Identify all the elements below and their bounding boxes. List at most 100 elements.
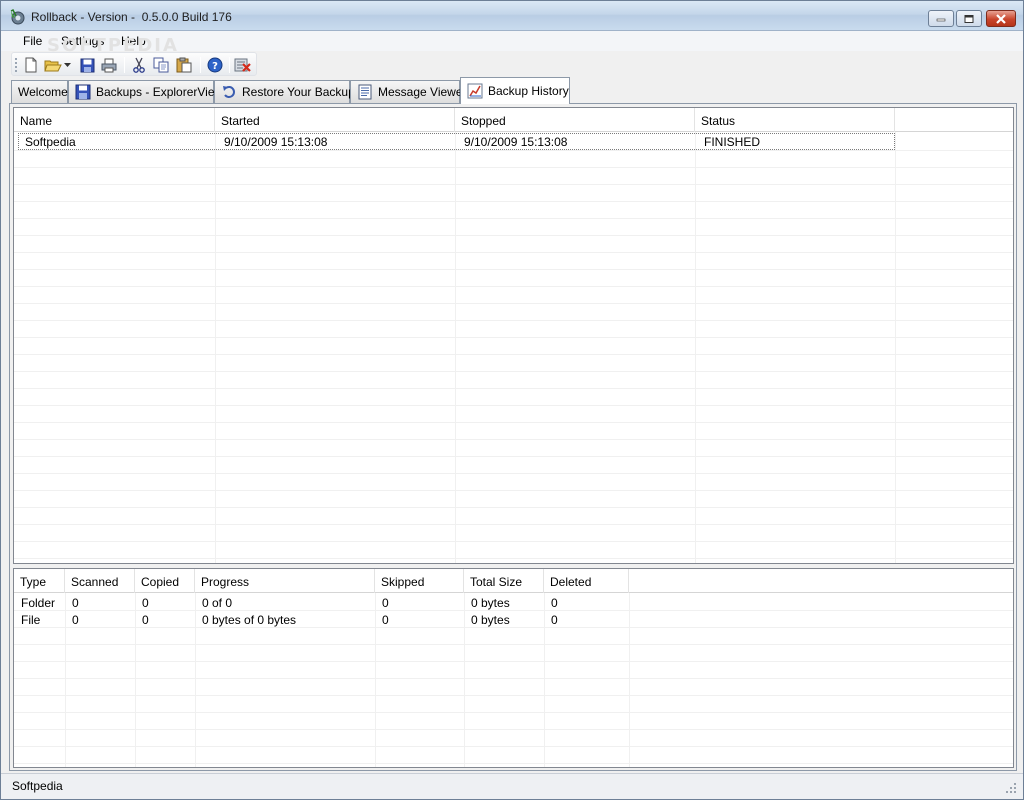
printer-icon xyxy=(101,58,117,72)
new-document-icon xyxy=(25,57,37,73)
row-divider xyxy=(14,286,1013,287)
column-header-skipped[interactable]: Skipped xyxy=(375,569,464,593)
document-icon xyxy=(357,84,373,100)
history-grid[interactable]: Name Started Stopped Status Softpedia 9/… xyxy=(13,107,1014,564)
column-header-total-size[interactable]: Total Size xyxy=(464,569,544,593)
row-divider xyxy=(14,201,1013,202)
row-divider xyxy=(14,644,1013,645)
row-divider xyxy=(14,303,1013,304)
cell-scanned: 0 xyxy=(72,613,79,627)
help-icon: ? xyxy=(207,57,223,73)
cell-type: Folder xyxy=(21,596,56,610)
tab-label: Backup History xyxy=(488,84,569,98)
tab-welcome[interactable]: Welcome xyxy=(11,80,68,103)
tab-label: Welcome xyxy=(18,85,68,99)
paste-button[interactable] xyxy=(175,56,193,74)
status-text: Softpedia xyxy=(12,779,63,793)
chevron-down-icon xyxy=(63,63,71,67)
tab-backups-explorerview[interactable]: Backups - ExplorerView xyxy=(68,80,223,103)
row-divider xyxy=(14,627,1013,628)
delete-icon xyxy=(234,58,251,72)
undo-icon xyxy=(221,84,237,100)
row-divider xyxy=(14,763,1013,764)
app-window: Rollback - Version - 0.5.0.0 Build 176 F… xyxy=(0,0,1024,800)
cell-skipped: 0 xyxy=(382,596,389,610)
cell-deleted: 0 xyxy=(551,596,558,610)
history-grid-header: Name Started Stopped Status xyxy=(14,108,1013,132)
cell-status: FINISHED xyxy=(704,135,761,149)
new-button[interactable] xyxy=(22,56,40,74)
chart-icon xyxy=(467,83,483,99)
row-divider xyxy=(14,456,1013,457)
toolbar-separator xyxy=(124,57,125,73)
window-title: Rollback - Version - 0.5.0.0 Build 176 xyxy=(31,10,232,24)
cell-deleted: 0 xyxy=(551,613,558,627)
row-divider xyxy=(14,712,1013,713)
row-divider xyxy=(14,558,1013,559)
column-header-scanned[interactable]: Scanned xyxy=(65,569,135,593)
column-header-deleted[interactable]: Deleted xyxy=(544,569,629,593)
cell-progress: 0 of 0 xyxy=(202,596,233,610)
delete-button[interactable] xyxy=(234,56,252,74)
cell-total-size: 0 bytes xyxy=(471,596,510,610)
column-header-progress[interactable]: Progress xyxy=(195,569,375,593)
open-button[interactable] xyxy=(44,56,62,74)
cell-copied: 0 xyxy=(142,596,149,610)
toolbar-grip[interactable] xyxy=(15,58,17,72)
toolbar-separator xyxy=(229,57,230,73)
copy-button[interactable] xyxy=(152,56,170,74)
cell-total-size: 0 bytes xyxy=(471,613,510,627)
cut-button[interactable] xyxy=(130,56,148,74)
tab-strip: Welcome Backups - ExplorerView Restore Y… xyxy=(9,77,1017,104)
column-header-stopped[interactable]: Stopped xyxy=(455,108,695,132)
backup-history-panel: Name Started Stopped Status Softpedia 9/… xyxy=(9,103,1017,771)
print-button[interactable] xyxy=(100,56,118,74)
scissors-icon xyxy=(133,57,145,73)
row-divider xyxy=(14,388,1013,389)
row-divider xyxy=(14,235,1013,236)
column-header-copied[interactable]: Copied xyxy=(135,569,195,593)
cell-skipped: 0 xyxy=(382,613,389,627)
minimize-icon xyxy=(936,18,946,21)
open-dropdown-button[interactable] xyxy=(62,56,72,74)
maximize-button[interactable] xyxy=(956,10,982,27)
row-divider xyxy=(14,439,1013,440)
row-divider xyxy=(14,678,1013,679)
cell-copied: 0 xyxy=(142,613,149,627)
table-row[interactable]: Softpedia 9/10/2009 15:13:08 9/10/2009 1… xyxy=(18,133,895,150)
cell-name: Softpedia xyxy=(25,135,76,149)
row-divider xyxy=(14,473,1013,474)
row-divider xyxy=(14,167,1013,168)
row-divider xyxy=(14,184,1013,185)
tab-backup-history[interactable]: Backup History xyxy=(460,77,570,104)
help-button[interactable]: ? xyxy=(206,56,224,74)
row-divider xyxy=(14,337,1013,338)
column-header-status[interactable]: Status xyxy=(695,108,895,132)
row-divider xyxy=(14,422,1013,423)
paste-icon xyxy=(176,57,192,73)
minimize-button[interactable] xyxy=(928,10,954,27)
menu-file[interactable]: File xyxy=(19,33,46,49)
restore-icon xyxy=(964,14,974,23)
tab-restore-your-backup[interactable]: Restore Your Backup xyxy=(214,80,355,103)
cell-started: 9/10/2009 15:13:08 xyxy=(224,135,328,149)
row-divider xyxy=(14,405,1013,406)
resize-grip-icon[interactable] xyxy=(1005,782,1017,794)
column-header-type[interactable]: Type xyxy=(14,569,65,593)
close-icon xyxy=(996,13,1006,24)
column-header-started[interactable]: Started xyxy=(215,108,455,132)
title-bar[interactable]: Rollback - Version - 0.5.0.0 Build 176 xyxy=(1,1,1023,31)
floppy-icon xyxy=(80,58,94,72)
cell-stopped: 9/10/2009 15:13:08 xyxy=(464,135,568,149)
row-divider xyxy=(14,150,1013,151)
close-button[interactable] xyxy=(986,10,1016,27)
toolbar: ? xyxy=(11,52,257,76)
row-divider xyxy=(14,269,1013,270)
row-divider xyxy=(14,490,1013,491)
tab-message-viewer[interactable]: Message Viewer xyxy=(350,80,467,103)
column-header-name[interactable]: Name xyxy=(14,108,215,132)
tab-label: Message Viewer xyxy=(378,85,467,99)
save-button[interactable] xyxy=(78,56,96,74)
details-grid[interactable]: Type Scanned Copied Progress Skipped Tot… xyxy=(13,568,1014,768)
details-grid-header: Type Scanned Copied Progress Skipped Tot… xyxy=(14,569,1013,593)
